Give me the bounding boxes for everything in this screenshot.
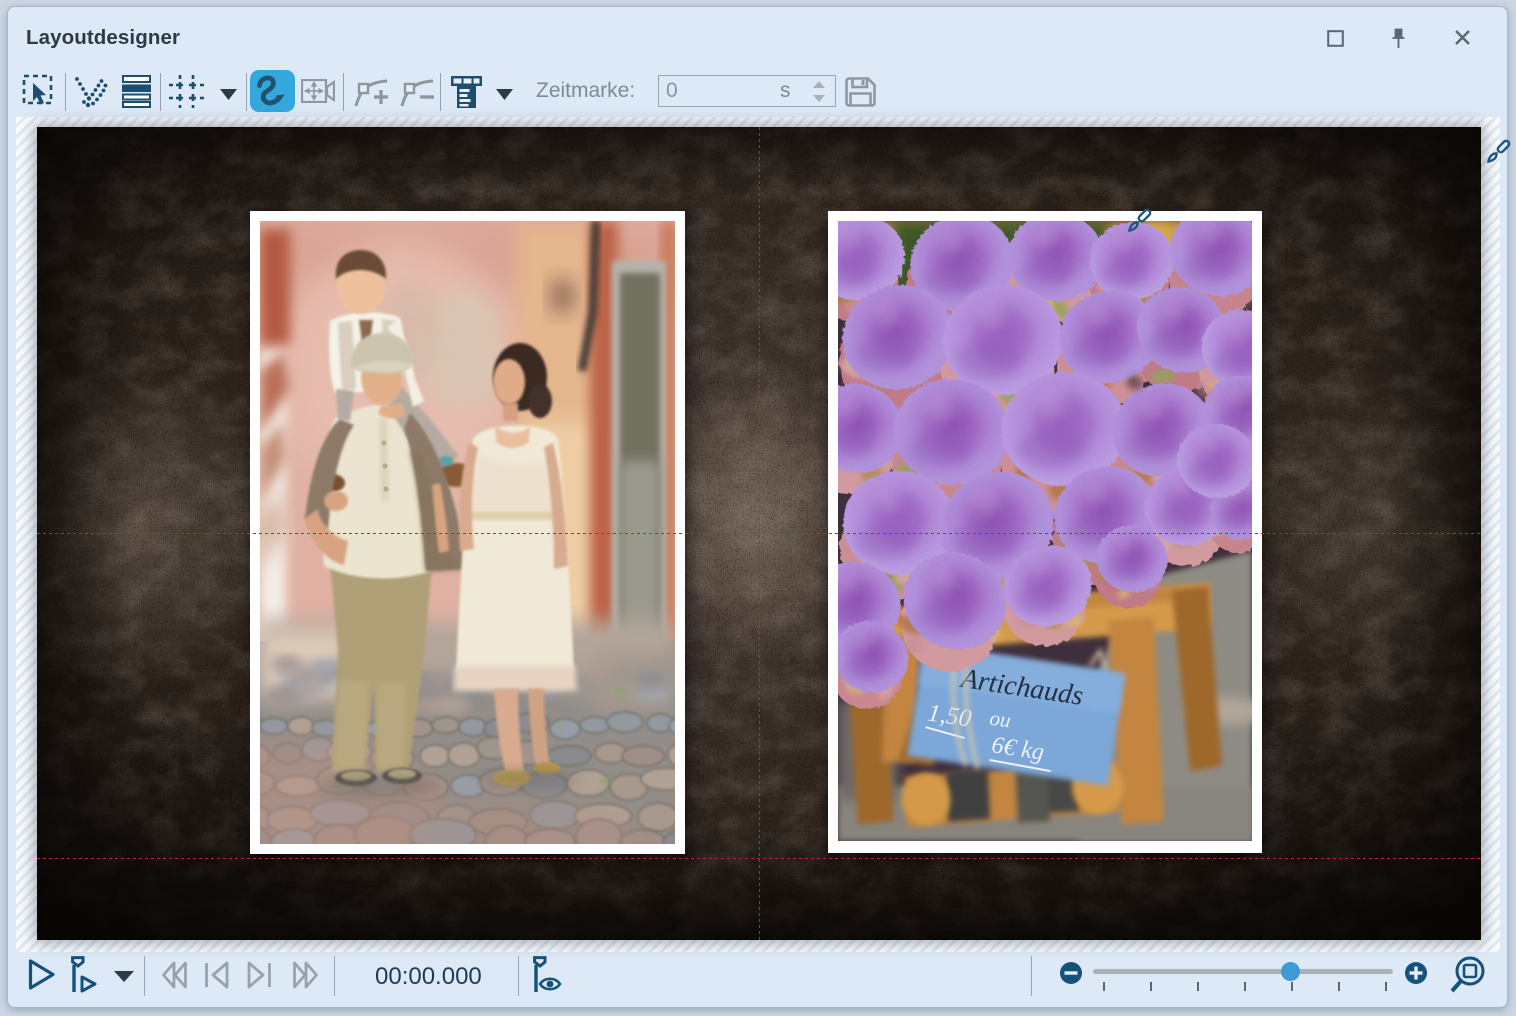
svg-text:ou: ou [988, 706, 1012, 733]
